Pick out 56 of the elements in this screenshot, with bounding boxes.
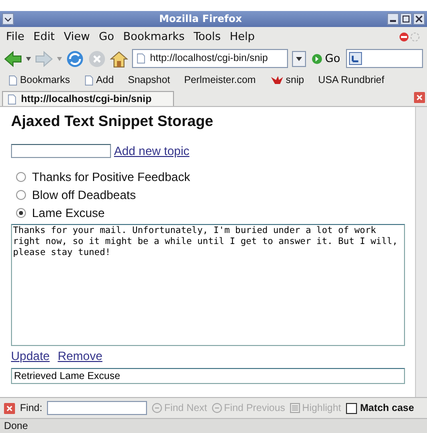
add-topic-link[interactable]: Add new topic (114, 144, 190, 158)
minimize-icon[interactable] (387, 13, 399, 25)
menu-item[interactable]: Tools (194, 30, 221, 43)
bookmark-item[interactable]: Perlmeister.com (184, 74, 256, 86)
status-text: Done (4, 420, 28, 432)
checkbox-label: Match case (360, 402, 414, 414)
status-field[interactable]: Retrieved Lame Excuse (11, 368, 405, 384)
menu-item[interactable]: File (6, 30, 24, 43)
bookmark-item[interactable]: Snapshot (128, 74, 170, 86)
menu-item[interactable]: Help (230, 30, 255, 43)
snippet-text-area[interactable]: Thanks for your mail. Unfortunately, I'm buried under a lot of work right now, so it might be a while until I get to answer it. But I will, please stay tuned! (11, 224, 405, 346)
radio-button[interactable] (16, 208, 26, 218)
maximize-icon[interactable] (400, 13, 412, 25)
address-field[interactable]: http://localhost/cgi-bin/snip (132, 49, 288, 68)
topic-input-field[interactable] (11, 144, 111, 158)
page-icon (8, 74, 18, 86)
go-button[interactable]: Go (310, 52, 342, 65)
window-title: Mozilla Firefox (158, 14, 243, 24)
go-icon (312, 54, 322, 64)
stop-throbber-icon (399, 32, 421, 42)
highlighter-icon (290, 403, 300, 413)
page-icon (7, 94, 17, 104)
radio-label: Lame Excuse (32, 206, 105, 220)
search-field[interactable] (346, 49, 423, 68)
menu-item[interactable]: Bookmarks (123, 30, 185, 43)
back-icon[interactable] (4, 50, 22, 66)
close-tab-icon[interactable] (414, 92, 425, 103)
dropdown-button-icon[interactable] (292, 50, 306, 66)
checkbox[interactable] (346, 402, 358, 414)
tab[interactable]: http://localhost/cgi-bin/snip (2, 91, 174, 106)
menu-item[interactable]: Edit (33, 30, 55, 43)
dropdown-arrow-icon[interactable] (26, 56, 31, 60)
page-icon (136, 53, 146, 64)
page-heading: Ajaxed Text Snippet Storage (11, 113, 214, 130)
bookmark-item[interactable]: snip (270, 74, 304, 86)
find-field[interactable] (47, 401, 148, 415)
menu-item[interactable]: Go (98, 30, 114, 43)
close-findbar-icon[interactable] (4, 402, 15, 414)
radio-button[interactable] (16, 190, 26, 200)
search-engine-icon (349, 52, 362, 65)
radio-label: Thanks for Positive Feedback (32, 170, 190, 184)
close-icon[interactable] (413, 13, 425, 25)
menu-item[interactable]: View (64, 30, 90, 43)
action-link[interactable]: Update (11, 349, 50, 363)
radio-label: Blow off Deadbeats (32, 188, 136, 202)
action-link[interactable]: Remove (58, 349, 102, 363)
home-icon[interactable] (110, 50, 128, 68)
window-menu-icon[interactable] (2, 13, 14, 25)
scrollbar[interactable] (415, 107, 427, 397)
find-label: Find: (20, 402, 42, 414)
reload-icon[interactable] (66, 50, 84, 68)
bookmark-item[interactable]: USA Rundbrief (318, 74, 384, 86)
radio-button[interactable] (16, 172, 26, 182)
bookmark-item[interactable]: Bookmarks (8, 74, 70, 86)
bookmark-item[interactable]: Add (84, 74, 114, 86)
page-icon (84, 74, 94, 86)
